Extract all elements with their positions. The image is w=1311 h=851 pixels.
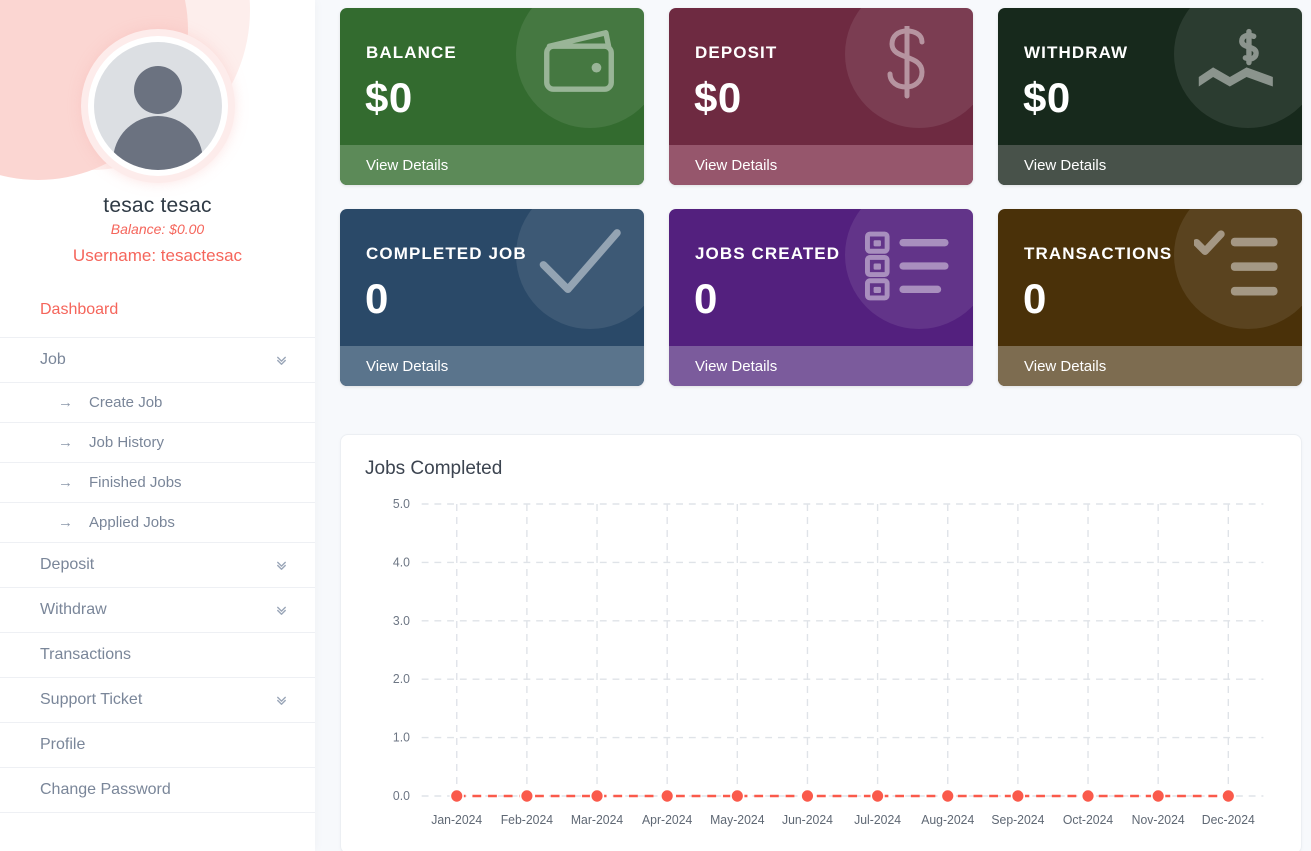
stat-card-withdraw[interactable]: WITHDRAW $0 View Details [998,8,1302,185]
card-title: BALANCE [366,43,457,62]
svg-text:Mar-2024: Mar-2024 [571,813,623,827]
svg-text:Jan-2024: Jan-2024 [431,813,482,827]
profile-balance: Balance: $0.00 [110,221,205,237]
stat-card-balance[interactable]: BALANCE $0 View Details [340,8,644,185]
card-value: $0 [365,74,413,121]
sidebar-item-label: Withdraw [40,601,107,618]
arrow-right-icon: → [58,474,73,491]
arrow-right-icon: → [58,514,73,531]
view-details-link[interactable]: View Details [340,346,644,386]
list-ul-icon [865,227,951,305]
wallet-icon [536,26,622,104]
sidebar-item-profile[interactable]: Profile [0,723,315,768]
card-value: 0 [694,275,718,322]
sidebar-item-deposit[interactable]: Deposit [0,543,315,588]
chart-canvas[interactable]: 5.0 4.0 3.0 2.0 1.0 0.0 Jan-2024 Feb-2024 Mar-20… [361,494,1281,844]
sidebar: tesac tesac Balance: $0.00 Username: tes… [0,0,315,851]
profile-username: Username: tesactesac [72,246,243,265]
card-title: TRANSACTIONS [1024,244,1173,263]
jobs-completed-chart-panel: Jobs Completed 5.0 4.0 3.0 2.0 1.0 0.0 Jan-202… [340,434,1302,851]
sidebar-item-label: Transactions [40,646,131,663]
svg-text:Jul-2024: Jul-2024 [854,813,901,827]
sidebar-subnav-job: → Create Job → Job History → Finished Jo… [0,383,315,543]
profile-name: tesac tesac [103,194,212,217]
svg-text:Jun-2024: Jun-2024 [782,813,833,827]
sidebar-item-support-ticket[interactable]: Support Ticket [0,678,315,723]
sidebar-subitem-label: Applied Jobs [89,514,175,531]
tasks-icon [1194,227,1280,305]
svg-text:3.0: 3.0 [393,614,410,628]
sidebar-item-label: Change Password [40,781,171,798]
sidebar-item-job[interactable]: Job [0,337,315,383]
chart-title: Jobs Completed [365,458,503,479]
card-title: JOBS CREATED [695,244,841,263]
sidebar-item-label: Job [40,351,66,368]
arrow-right-icon: → [58,434,73,451]
money-bill-wave-icon [1194,26,1280,104]
svg-text:Apr-2024: Apr-2024 [642,813,692,827]
svg-text:5.0: 5.0 [393,497,410,511]
card-value: $0 [1023,74,1071,121]
card-value: 0 [365,275,389,322]
card-title: DEPOSIT [695,43,778,62]
stat-card-transactions[interactable]: TRANSACTIONS 0 View Details [998,209,1302,386]
svg-text:0.0: 0.0 [393,789,410,803]
card-value: 0 [1023,275,1047,322]
arrow-right-icon: → [58,394,73,411]
svg-text:Dec-2024: Dec-2024 [1202,813,1255,827]
stat-cards-grid: BALANCE $0 View Details DEPOSIT $0 View … [340,8,1302,386]
sidebar-subitem-label: Create Job [89,394,163,411]
user-avatar-icon [93,42,222,170]
card-value: $0 [694,74,742,121]
sidebar-item-label: Deposit [40,556,95,573]
chevron-double-down-icon [274,558,289,573]
chevron-double-down-icon [274,603,289,618]
svg-text:Nov-2024: Nov-2024 [1132,813,1185,827]
sidebar-item-label: Support Ticket [40,691,143,708]
svg-text:Sep-2024: Sep-2024 [991,813,1044,827]
svg-text:2.0: 2.0 [393,672,410,686]
sidebar-item-create-job[interactable]: → Create Job [0,383,315,423]
sidebar-subitem-label: Job History [89,434,165,451]
svg-text:May-2024: May-2024 [710,813,764,827]
sidebar-item-label: Dashboard [40,301,119,318]
stat-card-jobs-created[interactable]: JOBS CREATED 0 View Details [669,209,973,386]
view-details-link[interactable]: View Details [998,145,1302,185]
avatar-body [112,116,203,170]
sidebar-item-job-history[interactable]: → Job History [0,423,315,463]
view-details-link[interactable]: View Details [669,145,973,185]
sidebar-item-transactions[interactable]: Transactions [0,633,315,678]
sidebar-subitem-label: Finished Jobs [89,474,182,491]
sidebar-item-label: Profile [40,736,86,753]
view-details-link[interactable]: View Details [340,145,644,185]
line-chart: 5.0 4.0 3.0 2.0 1.0 0.0 Jan-2024 Feb-2024 Mar-20… [393,497,1264,827]
stat-card-completed-job[interactable]: COMPLETED JOB 0 View Details [340,209,644,386]
card-title: COMPLETED JOB [366,244,527,263]
svg-text:1.0: 1.0 [393,730,410,744]
view-details-link[interactable]: View Details [998,346,1302,386]
sidebar-item-dashboard[interactable]: Dashboard [0,288,315,337]
profile-block: tesac tesac Balance: $0.00 Username: tes… [0,0,315,266]
stat-card-deposit[interactable]: DEPOSIT $0 View Details [669,8,973,185]
dashboard-page: tesac tesac Balance: $0.00 Username: tes… [0,0,1311,851]
view-details-link[interactable]: View Details [669,346,973,386]
avatar [87,36,228,176]
svg-text:Oct-2024: Oct-2024 [1063,813,1113,827]
sidebar-item-withdraw[interactable]: Withdraw [0,588,315,633]
sidebar-nav: Dashboard Job → Create Job → Job History [0,288,315,813]
sidebar-item-change-password[interactable]: Change Password [0,768,315,813]
dollar-sign-icon [865,26,951,104]
svg-text:Feb-2024: Feb-2024 [501,813,553,827]
main-content: BALANCE $0 View Details DEPOSIT $0 View … [315,0,1311,851]
avatar-head [133,66,182,114]
svg-text:Aug-2024: Aug-2024 [921,813,974,827]
check-icon [536,227,622,305]
chevron-double-down-icon [274,693,289,708]
sidebar-item-finished-jobs[interactable]: → Finished Jobs [0,463,315,503]
card-title: WITHDRAW [1024,43,1129,62]
sidebar-item-applied-jobs[interactable]: → Applied Jobs [0,503,315,543]
svg-text:4.0: 4.0 [393,555,410,569]
chevron-double-down-icon [274,353,289,368]
